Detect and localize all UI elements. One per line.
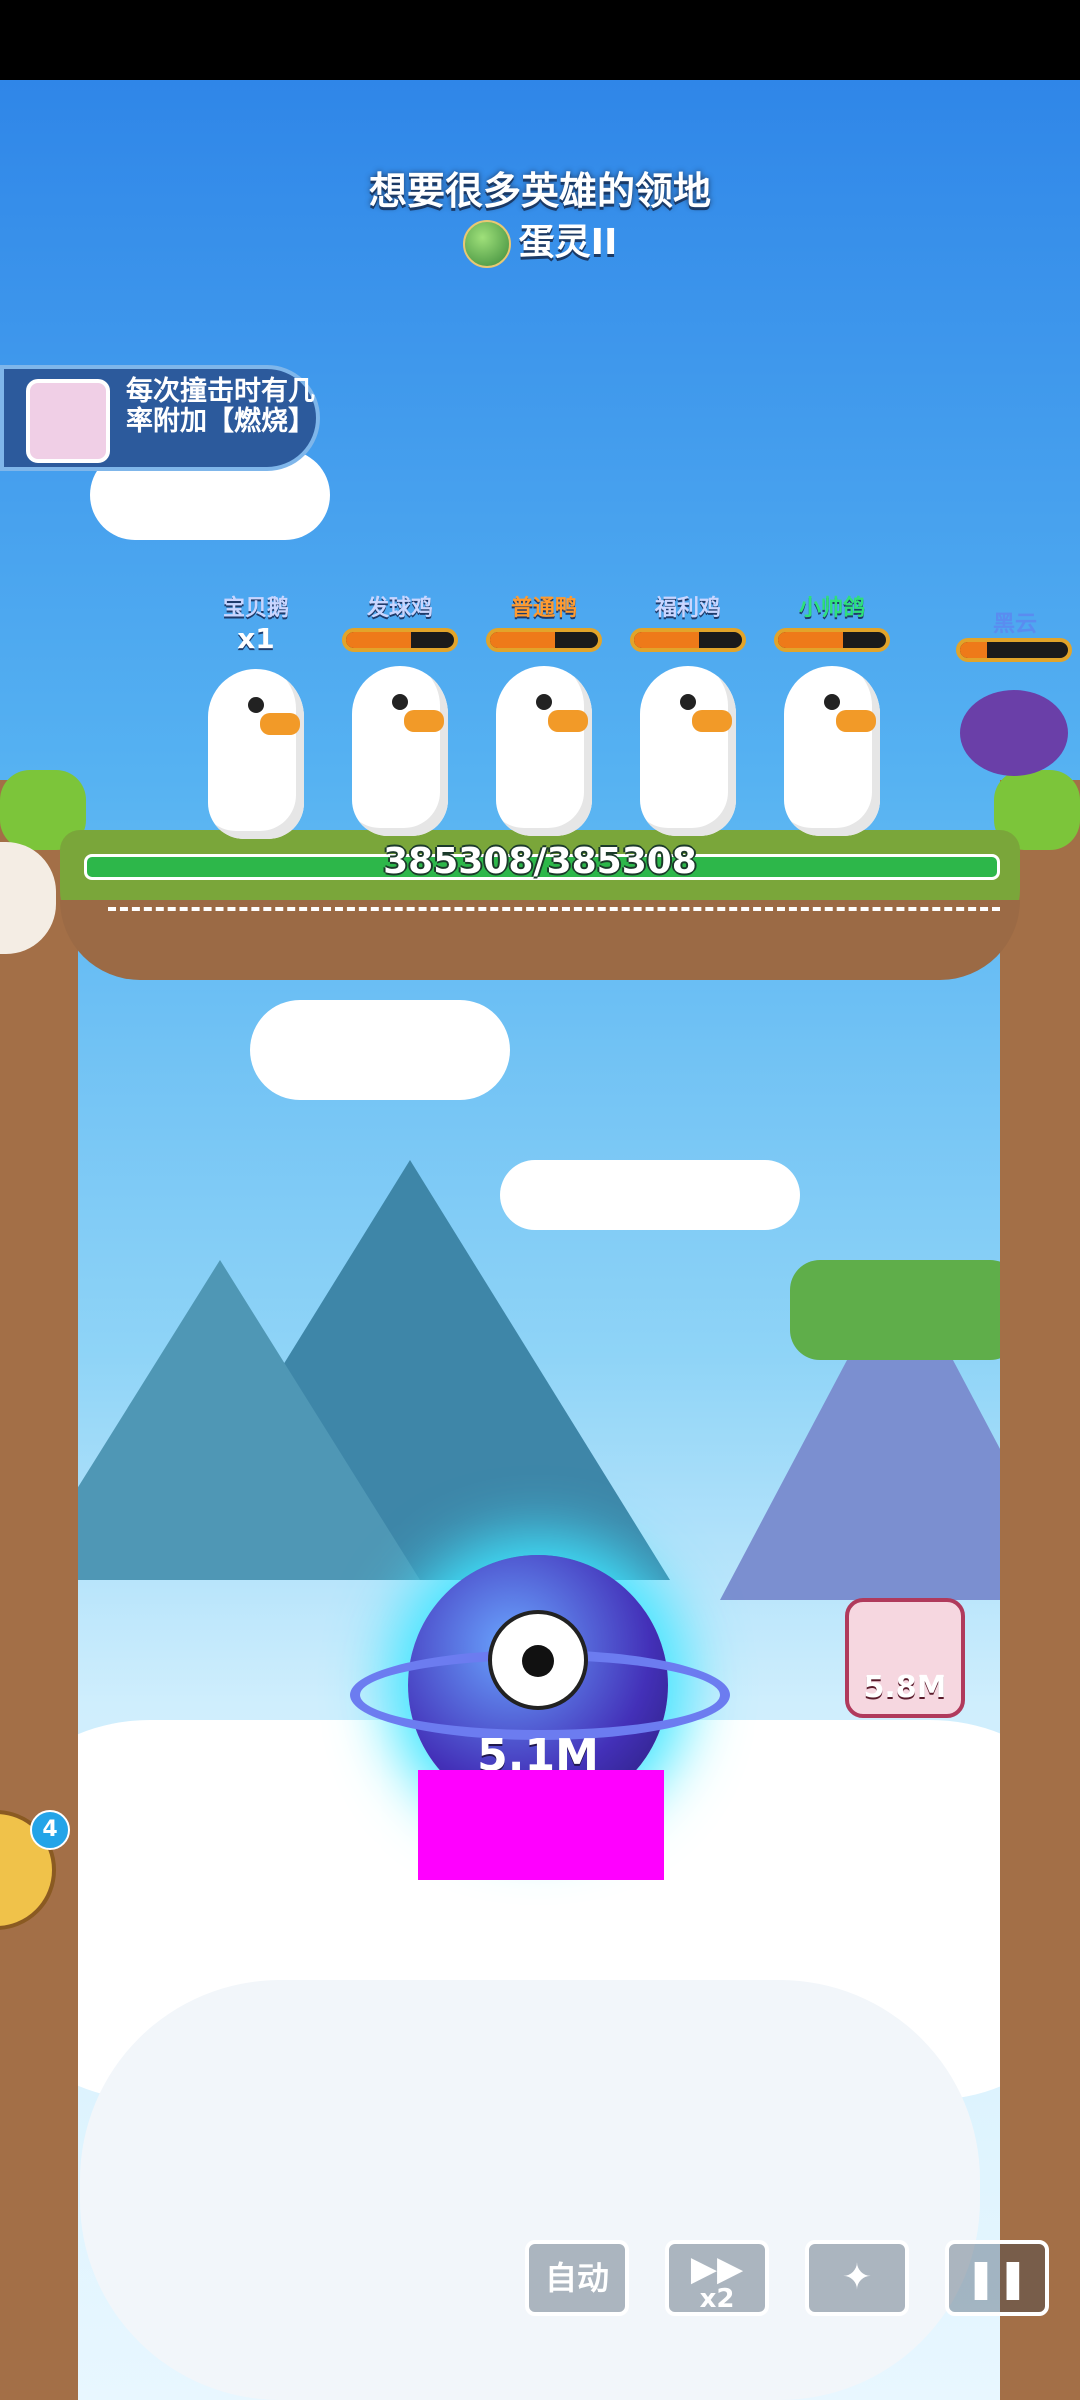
- hero-hp-fill: [778, 632, 843, 648]
- stage-name: 蛋灵II: [0, 213, 1080, 268]
- hero-hp-bar: [630, 628, 746, 652]
- team-hp-text: 385308/385308: [383, 841, 697, 882]
- grass-ledge: [790, 1260, 1020, 1360]
- auto-label: 自动: [544, 2259, 609, 2297]
- hero-sprite: [352, 666, 448, 836]
- hero-hp-bar: [342, 628, 458, 652]
- hero-eye: [680, 694, 696, 710]
- hero-hp-fill: [346, 632, 411, 648]
- auto-button[interactable]: 自动: [525, 2240, 629, 2316]
- black-cloud-enemy: [960, 690, 1068, 776]
- hero-beak: [260, 713, 300, 735]
- hero-eye: [536, 694, 552, 710]
- hero: 福利鸡: [628, 590, 748, 836]
- cloud: [250, 1000, 510, 1100]
- speed-label: x2: [699, 2284, 735, 2314]
- stage-egg-icon: [462, 220, 511, 268]
- hero-beak: [548, 710, 588, 732]
- hero-beak: [404, 710, 444, 732]
- hero-name: 宝贝鹅: [222, 596, 289, 621]
- hero-sprite: [784, 666, 880, 836]
- enemy-hp-bar: [956, 638, 1072, 662]
- hero: 宝贝鹅 x1: [196, 590, 316, 839]
- hero-name: 发球鸡: [366, 596, 433, 621]
- hero-hp-bar: [486, 628, 602, 652]
- pause-button[interactable]: ❚❚: [945, 2240, 1049, 2316]
- left-cliff: [0, 780, 78, 2400]
- speed-button[interactable]: ▶▶ x2: [665, 2240, 769, 2316]
- hero-eye: [824, 694, 840, 710]
- hero-sprite: [496, 666, 592, 836]
- side-badge-count: 4: [30, 1810, 70, 1850]
- hero: 普通鸭: [484, 590, 604, 836]
- pause-icon: ❚❚: [965, 2256, 1029, 2300]
- hero-name: 小帅鸽: [798, 596, 865, 621]
- mountain: [20, 1260, 420, 1580]
- hero: 小帅鸽: [772, 590, 892, 836]
- cloud-bank: [80, 1980, 980, 2400]
- right-cliff: [1000, 780, 1080, 2400]
- hero-hp-fill: [490, 632, 555, 648]
- hero-name: 福利鸡: [654, 596, 721, 621]
- skill-tip-banner[interactable]: 每次撞击时有几率附加【燃烧】: [0, 365, 320, 471]
- bridge-rock: [60, 900, 1020, 980]
- stage-name-text: 蛋灵II: [518, 222, 618, 263]
- hero-beak: [692, 710, 732, 732]
- hero-sprite: [640, 666, 736, 836]
- hero-sprite: [208, 669, 304, 839]
- skill-button[interactable]: ✦: [805, 2240, 909, 2316]
- hero-eye: [392, 694, 408, 710]
- hero-eye: [248, 697, 264, 713]
- dashed-line: [108, 907, 1000, 911]
- level-title: 想要很多英雄的领地: [368, 169, 711, 213]
- skill-tip-text: 每次撞击时有几率附加【燃烧】: [126, 376, 315, 437]
- bunny-duck-icon: [26, 379, 110, 463]
- hero-name: 普通鸭: [510, 596, 577, 621]
- chest-value: 5.8M: [863, 1670, 947, 1705]
- hero: 发球鸡: [340, 590, 460, 836]
- enemy-name: 黑云: [992, 612, 1037, 637]
- status-bar: [0, 0, 1080, 80]
- hero-hp-fill: [634, 632, 699, 648]
- bat-wing-icon: ✦: [841, 2257, 873, 2298]
- hero-beak: [836, 710, 876, 732]
- enemy-hp-fill: [960, 642, 987, 658]
- combo-label: x1: [237, 622, 275, 655]
- hero-hp-bar: [774, 628, 890, 652]
- orb-pupil: [522, 1645, 554, 1677]
- censor-block: [418, 1770, 664, 1880]
